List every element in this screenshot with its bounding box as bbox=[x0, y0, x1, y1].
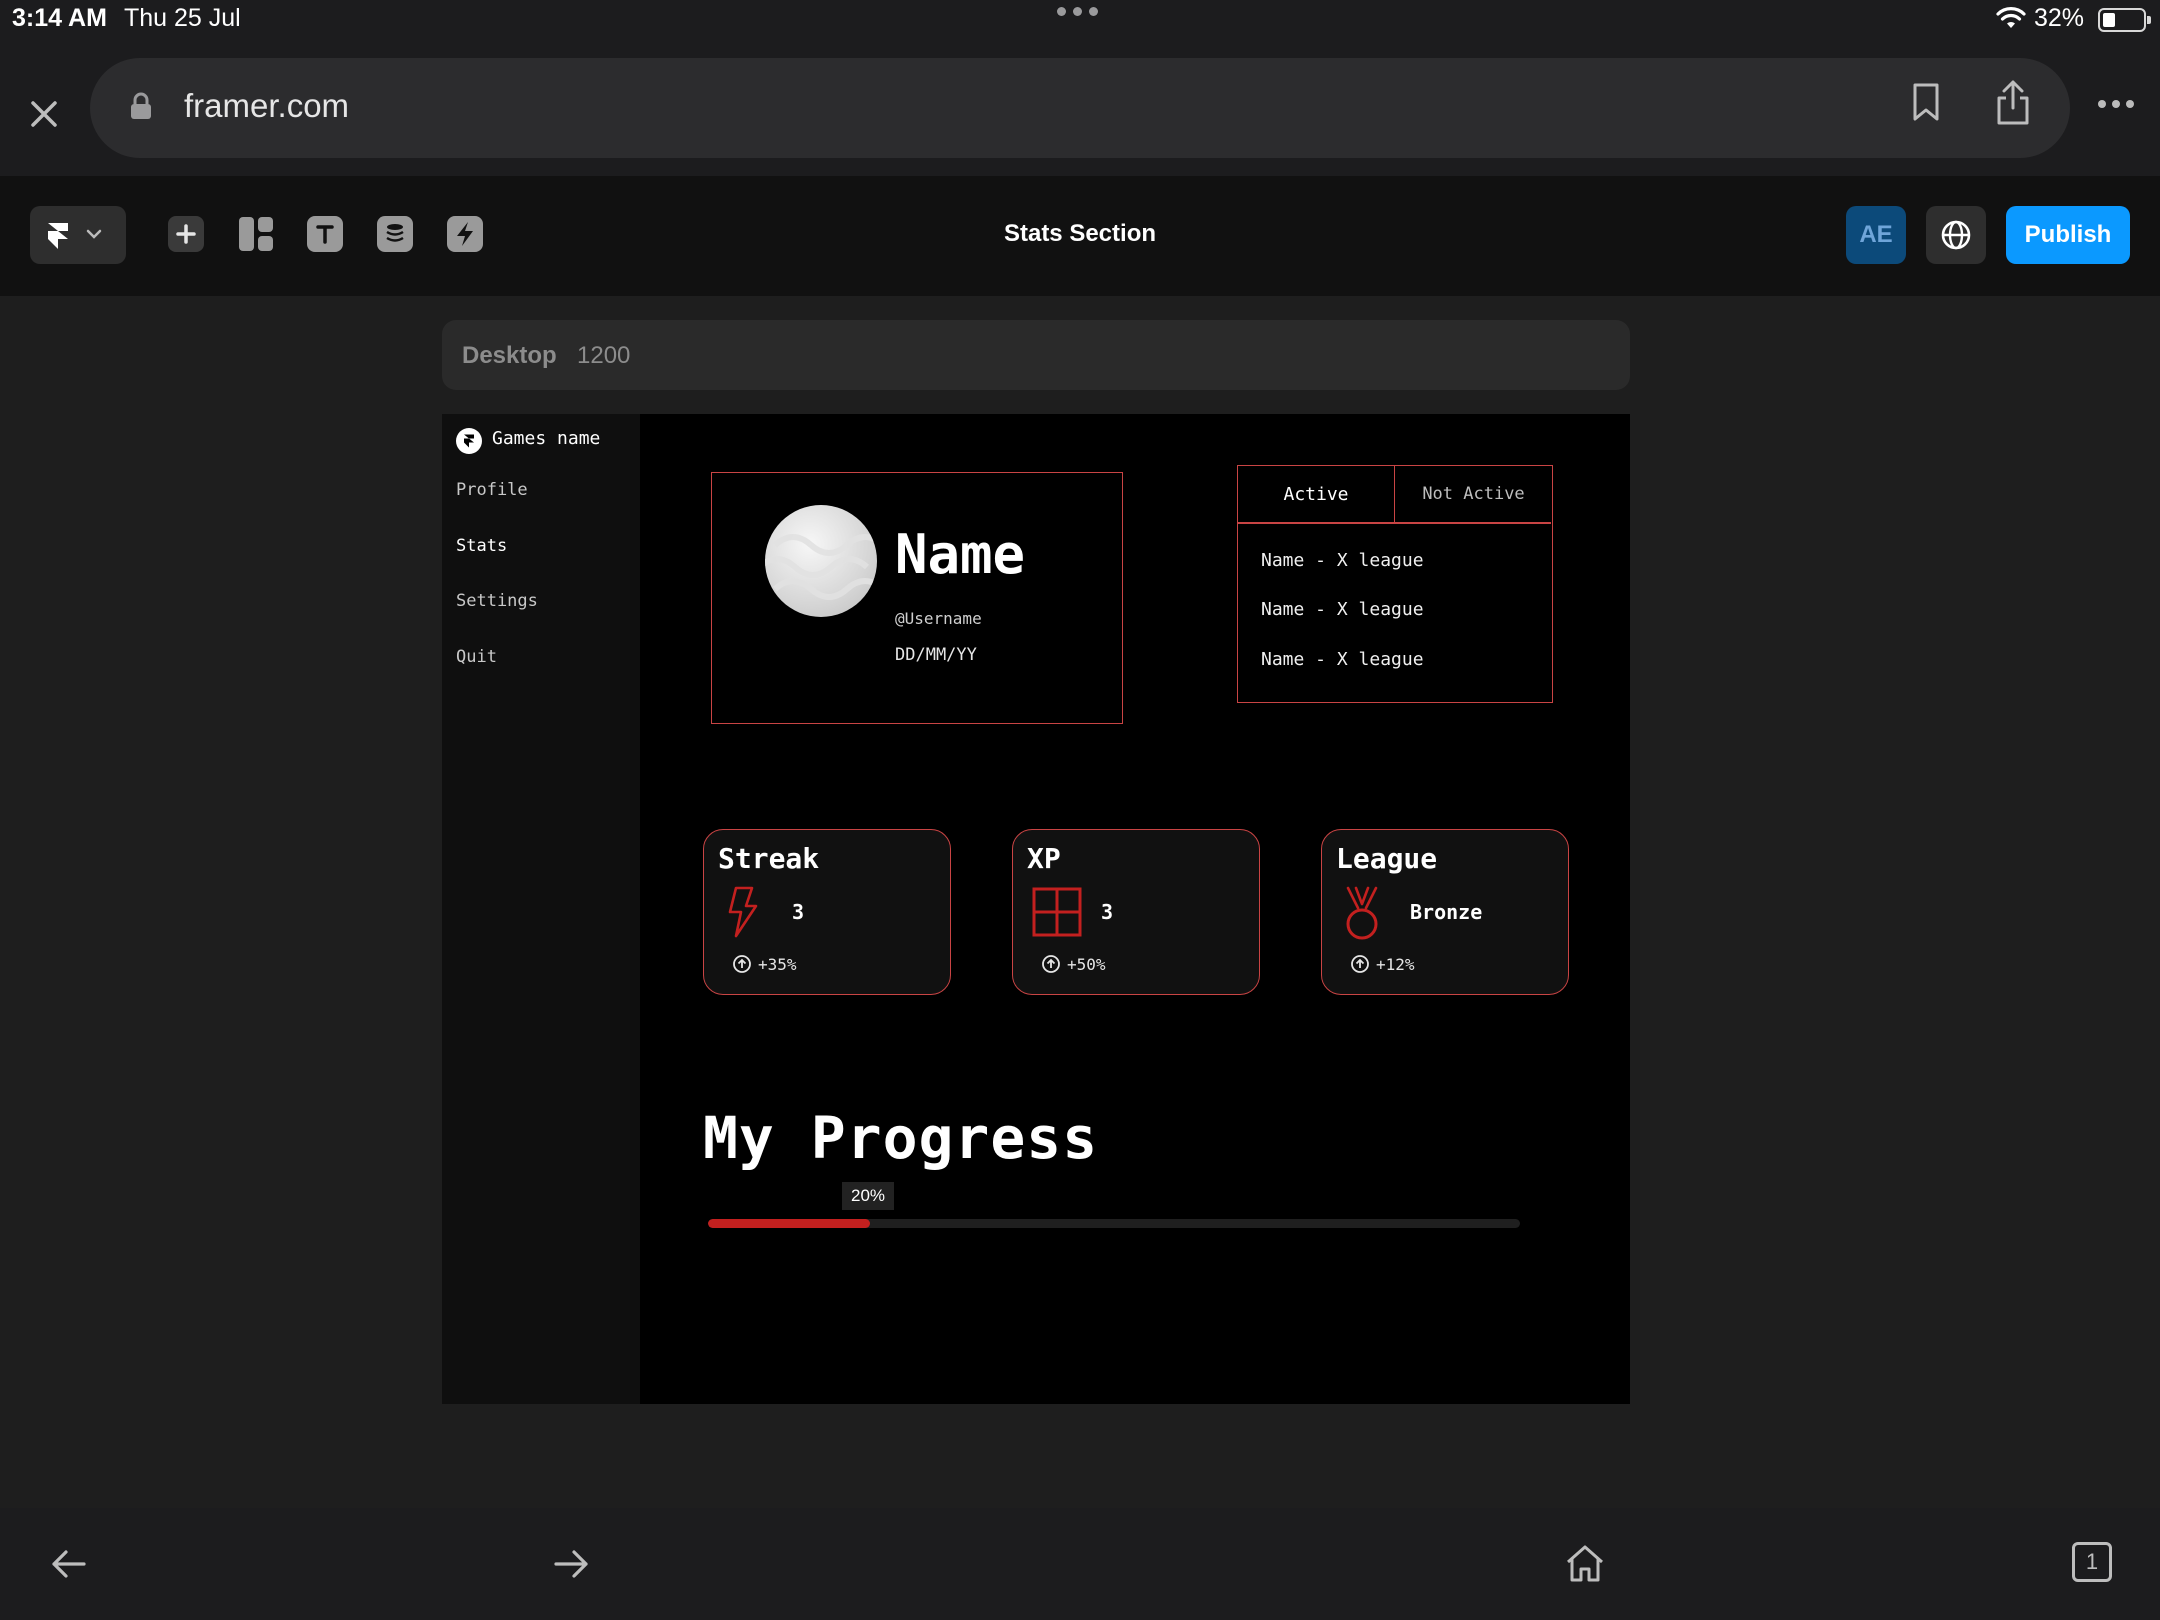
status-bar: 3:14 AM Thu 25 Jul 32% bbox=[0, 0, 2160, 40]
profile-card: Name @Username DD/MM/YY bbox=[711, 472, 1123, 724]
profile-username: @Username bbox=[895, 609, 982, 628]
battery-icon bbox=[2098, 8, 2151, 32]
league-row: Name - X league bbox=[1261, 649, 1424, 670]
design-canvas[interactable]: Desktop 1200 Games name Profile Stats Se… bbox=[0, 296, 2160, 1508]
stat-delta: +12% bbox=[1350, 954, 1415, 974]
stat-card-xp: XP 3 +50% bbox=[1012, 829, 1260, 995]
back-arrow-icon[interactable] bbox=[48, 1546, 88, 1582]
profile-date: DD/MM/YY bbox=[895, 645, 977, 665]
breakpoint-size: 1200 bbox=[577, 342, 631, 369]
address-bar[interactable]: framer.com bbox=[90, 58, 2070, 158]
progress-fill bbox=[708, 1219, 871, 1228]
globe-button[interactable] bbox=[1926, 206, 1986, 264]
stat-delta-text: +35% bbox=[758, 954, 797, 974]
game-sidebar: Games name Profile Stats Settings Quit bbox=[442, 414, 640, 1404]
stat-title: XP bbox=[1027, 842, 1061, 875]
tab-divider bbox=[1238, 522, 1551, 524]
league-row: Name - X league bbox=[1261, 550, 1424, 571]
breakpoint-name: Desktop bbox=[462, 342, 557, 369]
arrow-up-circle-icon bbox=[1351, 955, 1369, 973]
stat-value: 3 bbox=[792, 900, 805, 924]
stat-delta-text: +12% bbox=[1376, 954, 1415, 974]
wifi-icon bbox=[1996, 7, 2026, 28]
lock-icon bbox=[131, 92, 151, 119]
medal-icon bbox=[1346, 886, 1378, 940]
publish-button[interactable]: Publish bbox=[2006, 206, 2130, 264]
multitasking-dots-icon[interactable] bbox=[1057, 7, 1098, 16]
stat-title: League bbox=[1336, 842, 1438, 875]
league-row: Name - X league bbox=[1261, 599, 1424, 620]
sidebar-item-profile[interactable]: Profile bbox=[456, 480, 528, 500]
page-title: Stats Section bbox=[1003, 220, 1157, 247]
game-brand: Games name bbox=[492, 428, 601, 449]
close-icon[interactable] bbox=[20, 90, 68, 138]
desktop-frame[interactable]: Games name Profile Stats Settings Quit N… bbox=[442, 414, 1630, 1404]
globe-icon bbox=[1941, 220, 1971, 250]
status-time: 3:14 AM bbox=[12, 4, 107, 32]
tabs-button[interactable]: 1 bbox=[2072, 1542, 2112, 1582]
tab-count: 1 bbox=[2085, 1549, 2099, 1574]
arrow-up-circle-icon bbox=[1042, 955, 1060, 973]
sidebar-item-stats[interactable]: Stats bbox=[456, 536, 507, 556]
stat-delta: +35% bbox=[732, 954, 797, 974]
more-icon[interactable] bbox=[2098, 100, 2134, 108]
progress-heading: My Progress bbox=[703, 1104, 1099, 1172]
forward-arrow-icon[interactable] bbox=[552, 1546, 592, 1582]
bookmark-icon[interactable] bbox=[1910, 82, 1942, 122]
home-icon[interactable] bbox=[1564, 1542, 1606, 1584]
stat-value: 3 bbox=[1101, 900, 1114, 924]
sidebar-item-quit[interactable]: Quit bbox=[456, 647, 497, 667]
battery-percent: 32% bbox=[2034, 4, 2085, 32]
status-date: Thu 25 Jul bbox=[124, 4, 241, 32]
league-panel: Active Not Active Name - X league Name -… bbox=[1237, 465, 1553, 703]
progress-tooltip: 20% bbox=[842, 1182, 895, 1210]
arrow-up-circle-icon bbox=[733, 955, 751, 973]
stat-value: Bronze bbox=[1410, 900, 1483, 924]
stat-card-league: League Bronze +12% bbox=[1321, 829, 1569, 995]
avatar bbox=[765, 505, 877, 617]
stat-delta: +50% bbox=[1041, 954, 1106, 974]
breakpoint-label[interactable]: Desktop 1200 bbox=[442, 320, 1630, 390]
url-text[interactable]: framer.com bbox=[184, 87, 349, 125]
browser-bar: framer.com bbox=[0, 40, 2160, 176]
game-logo-icon bbox=[456, 428, 482, 454]
grid-icon bbox=[1032, 887, 1082, 937]
stat-delta-text: +50% bbox=[1067, 954, 1106, 974]
tab-not-active[interactable]: Not Active bbox=[1395, 466, 1552, 522]
share-icon[interactable] bbox=[1994, 78, 2032, 126]
lightning-icon bbox=[728, 886, 758, 938]
stat-title: Streak bbox=[718, 842, 820, 875]
user-avatar-button[interactable]: AE bbox=[1846, 206, 1906, 264]
sidebar-item-settings[interactable]: Settings bbox=[456, 591, 538, 611]
framer-toolbar: Stats Section AE Publish bbox=[0, 176, 2160, 296]
tab-active[interactable]: Active bbox=[1238, 466, 1395, 522]
progress-bar[interactable] bbox=[708, 1219, 1520, 1228]
profile-name: Name bbox=[895, 523, 1026, 586]
browser-bottom-bar: 1 bbox=[0, 1508, 2160, 1620]
stat-card-streak: Streak 3 +35% bbox=[703, 829, 951, 995]
